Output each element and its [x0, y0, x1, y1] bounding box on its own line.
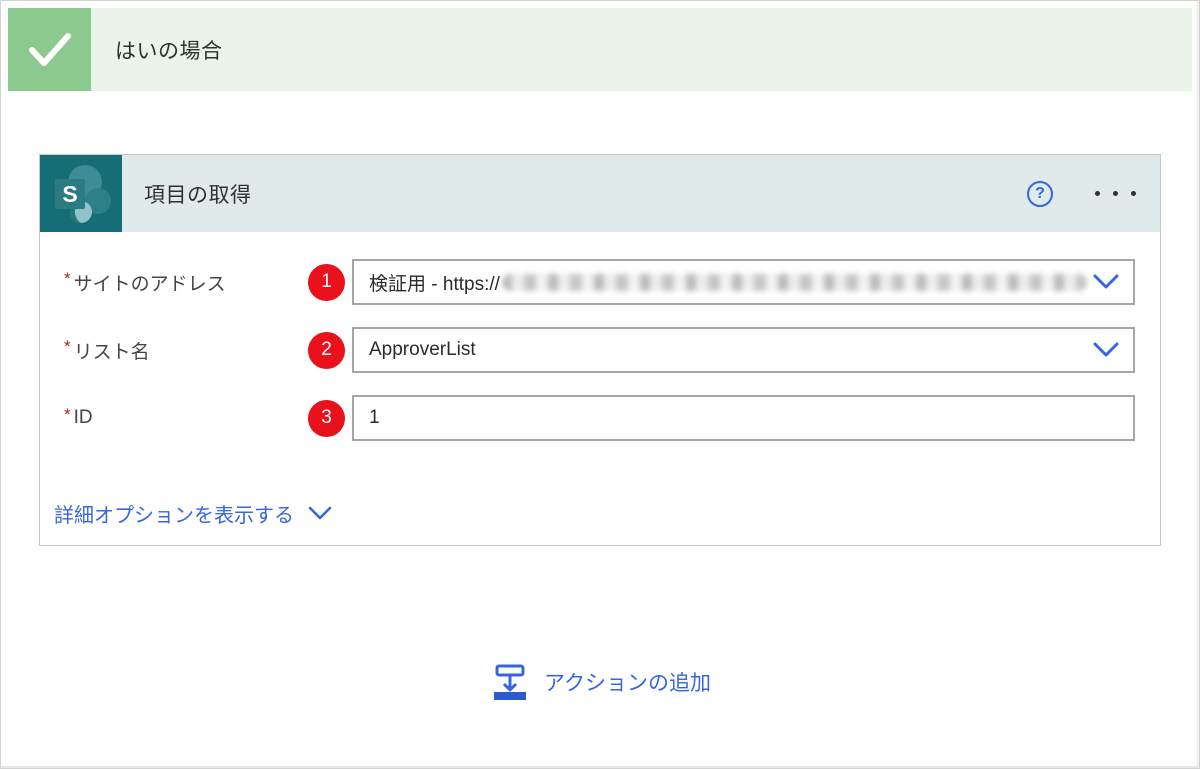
chevron-down-icon[interactable] — [1093, 274, 1119, 290]
flow-editor-canvas: はいの場合 S 項目の取得 ? * サイトのアドレス 1 検証用 - https… — [0, 0, 1200, 769]
site-address-input[interactable]: 検証用 - https:// — [352, 259, 1135, 305]
field-row-list-name: * リスト名 2 ApproverList — [64, 327, 1135, 373]
card-header-actions: ? — [1027, 180, 1160, 207]
action-card-header[interactable]: S 項目の取得 ? — [40, 155, 1160, 232]
id-input[interactable]: 1 — [352, 395, 1135, 441]
branch-title: はいの場合 — [115, 39, 223, 63]
advanced-options-label: 詳細オプションを表示する — [54, 505, 294, 527]
field-label: * リスト名 — [64, 337, 308, 364]
annotation-badge-2: 2 — [308, 331, 345, 369]
field-row-site-address: * サイトのアドレス 1 検証用 - https:// — [64, 259, 1135, 305]
field-label-text: リスト名 — [73, 341, 150, 363]
show-advanced-options-link[interactable]: 詳細オプションを表示する — [54, 499, 332, 528]
action-card-title: 項目の取得 — [144, 183, 252, 207]
action-card-body: * サイトのアドレス 1 検証用 - https:// * リスト名 2 App… — [40, 232, 1160, 528]
input-value: 1 — [369, 407, 380, 428]
input-value: ApproverList — [369, 339, 476, 360]
field-label-text: サイトのアドレス — [73, 273, 226, 295]
add-action-button[interactable]: アクションの追加 — [1, 663, 1200, 701]
help-icon[interactable]: ? — [1027, 180, 1053, 207]
chevron-down-icon[interactable] — [1093, 342, 1119, 358]
annotation-badge-3: 3 — [308, 399, 345, 437]
add-action-icon — [494, 664, 527, 700]
branch-header-if-yes[interactable]: はいの場合 — [8, 8, 1192, 91]
ellipsis-menu-icon[interactable] — [1093, 183, 1138, 204]
check-icon — [8, 8, 91, 91]
annotation-badge-1: 1 — [308, 263, 345, 301]
input-value: 検証用 - https:// — [369, 273, 500, 295]
field-row-id: * ID 3 1 — [64, 395, 1135, 441]
action-card-get-item: S 項目の取得 ? * サイトのアドレス 1 検証用 - https:// * … — [39, 154, 1161, 546]
redacted-text — [501, 273, 1087, 291]
required-marker: * — [64, 337, 71, 356]
chevron-down-icon — [308, 506, 332, 520]
sharepoint-icon: S — [40, 155, 122, 232]
field-label: * ID — [64, 405, 308, 429]
required-marker: * — [64, 405, 71, 424]
required-marker: * — [64, 269, 71, 288]
field-label: * サイトのアドレス — [64, 269, 308, 296]
field-label-text: ID — [73, 407, 93, 428]
add-action-label: アクションの追加 — [544, 672, 711, 695]
list-name-input[interactable]: ApproverList — [352, 327, 1135, 373]
svg-text:S: S — [62, 181, 77, 207]
